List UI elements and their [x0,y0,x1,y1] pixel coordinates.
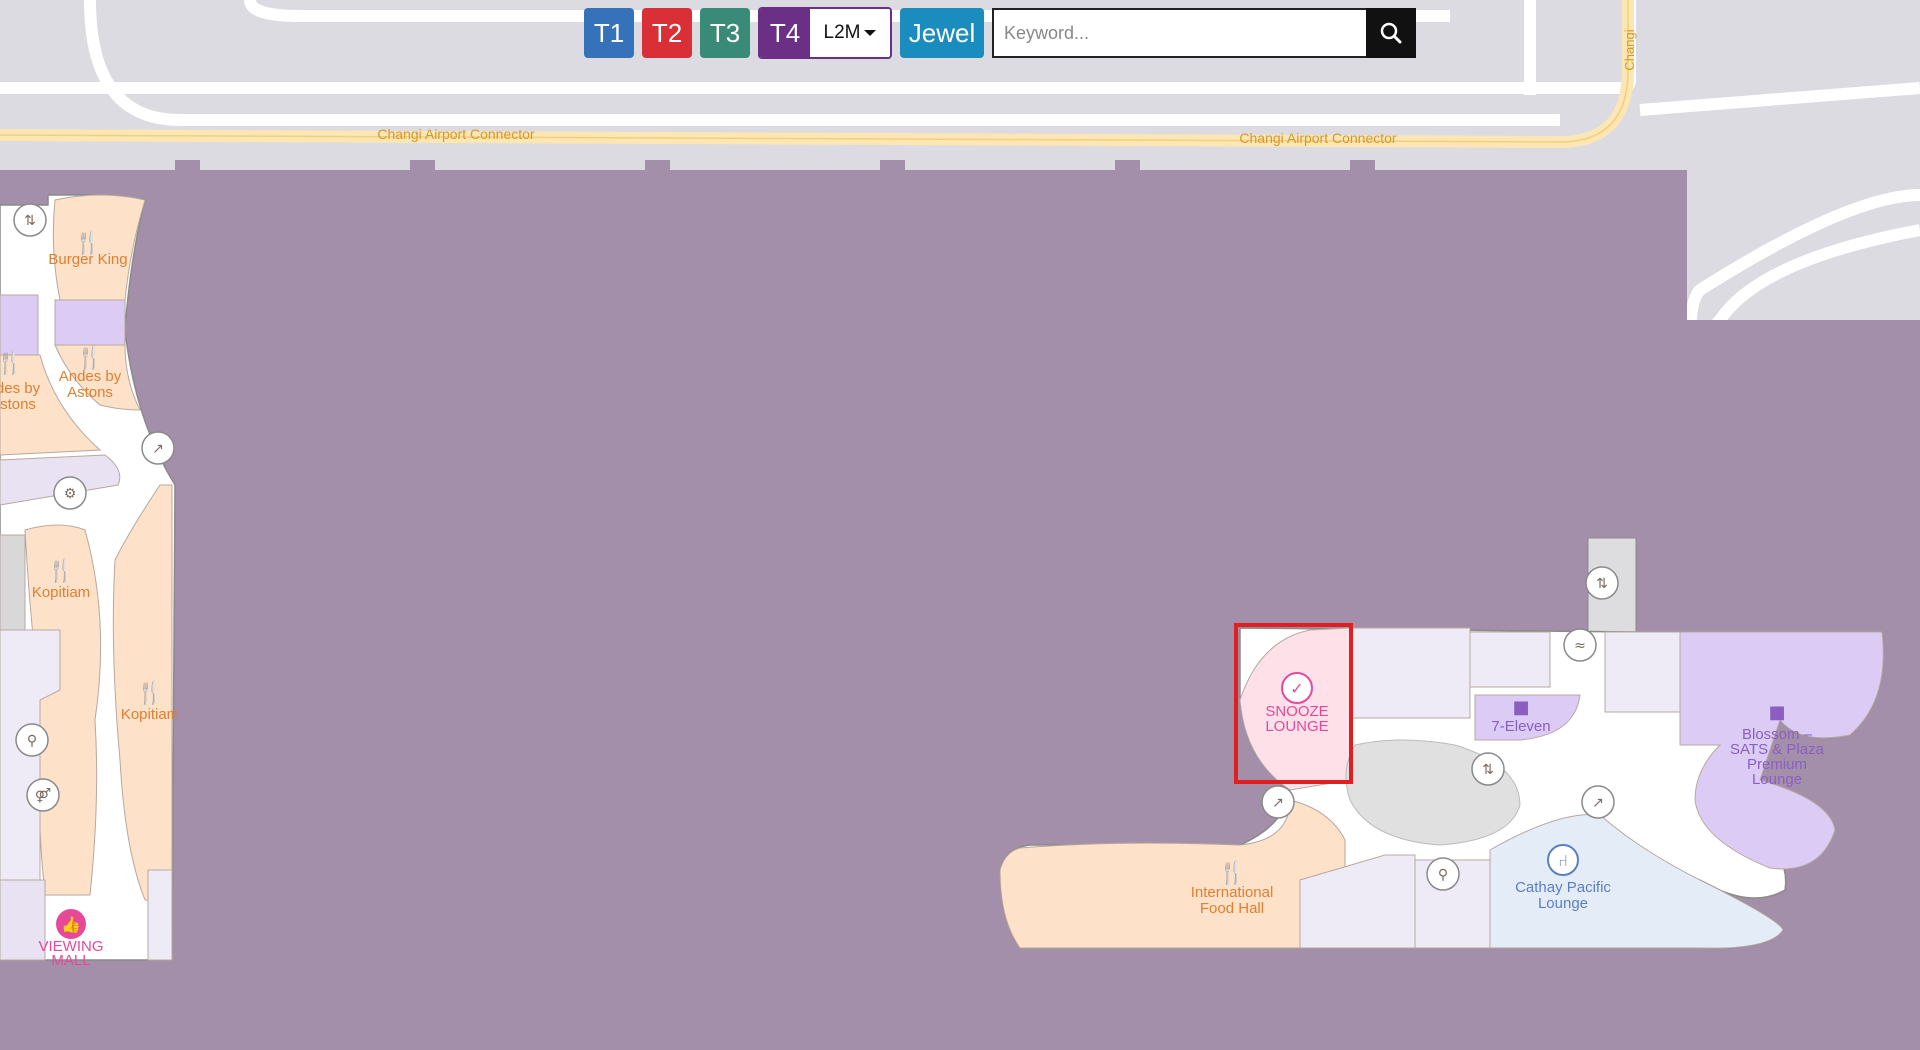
terminal-t4-button[interactable]: T4 [760,9,810,57]
label-seven-eleven: 7-Eleven [1491,718,1550,735]
search-box [992,8,1416,58]
connector-label-vertical: Changi [1622,29,1637,70]
shopping-bag-icon: ■ [1512,697,1529,718]
svg-text:⑁: ⑁ [1558,851,1568,870]
fork-icon: 🍴 [47,558,74,584]
svg-text:Astons: Astons [67,384,113,401]
level-value: L2M [823,22,861,43]
terminal-t1-button[interactable]: T1 [584,8,634,58]
fork-icon: 🍴 [136,680,163,706]
svg-text:⚲: ⚲ [27,733,37,749]
search-input[interactable] [992,8,1366,58]
svg-text:⇅: ⇅ [1482,762,1494,778]
terminal-toolbar: T1 T2 T3 T4 L2M Jewel [584,7,1416,59]
svg-text:stons: stons [0,396,36,413]
jewel-button[interactable]: Jewel [900,8,984,58]
svg-text:↗: ↗ [1272,795,1284,811]
svg-text:Food Hall: Food Hall [1200,900,1264,917]
terminal-t4-group: T4 L2M [758,7,892,59]
fork-icon: 🍴 [0,350,24,376]
svg-text:👍: 👍 [61,915,81,934]
svg-text:⚙: ⚙ [64,486,77,502]
airport-map[interactable]: Changi Airport Connector Changi Airport … [0,0,1920,1050]
terminal-t2-button[interactable]: T2 [642,8,692,58]
connector-label-left: Changi Airport Connector [377,126,535,142]
label-food-hall: International [1191,884,1274,901]
label-andes-1: Andes by [59,368,122,385]
svg-text:⚤: ⚤ [35,788,51,804]
svg-text:MALL: MALL [51,952,90,969]
label-kopitiam-2: Kopitiam [121,706,179,723]
svg-text:⇅: ⇅ [1596,576,1608,592]
search-icon [1380,22,1402,44]
svg-text:LOUNGE: LOUNGE [1265,718,1328,735]
fork-icon: 🍴 [1218,860,1245,886]
label-cathay-lounge: Cathay Pacific [1515,879,1611,896]
svg-text:✓: ✓ [1290,679,1303,698]
shopping-bag-icon: ■ [1768,702,1785,723]
label-andes-2: des by [0,380,41,397]
chevron-down-icon [864,30,877,36]
svg-text:↗: ↗ [152,441,164,457]
connector-label-right: Changi Airport Connector [1239,130,1397,146]
svg-text:Lounge: Lounge [1752,771,1802,788]
terminal-t3-button[interactable]: T3 [700,8,750,58]
level-dropdown[interactable]: L2M [810,9,890,57]
svg-text:⚲: ⚲ [1438,867,1448,883]
svg-text:Lounge: Lounge [1538,895,1588,912]
svg-text:↗: ↗ [1592,795,1604,811]
search-button[interactable] [1366,8,1416,58]
label-burger-king: Burger King [48,251,127,268]
svg-text:⇅: ⇅ [24,213,36,229]
svg-text:≈: ≈ [1574,638,1586,654]
label-kopitiam-1: Kopitiam [32,584,90,601]
andes-retail-strip [54,299,126,346]
